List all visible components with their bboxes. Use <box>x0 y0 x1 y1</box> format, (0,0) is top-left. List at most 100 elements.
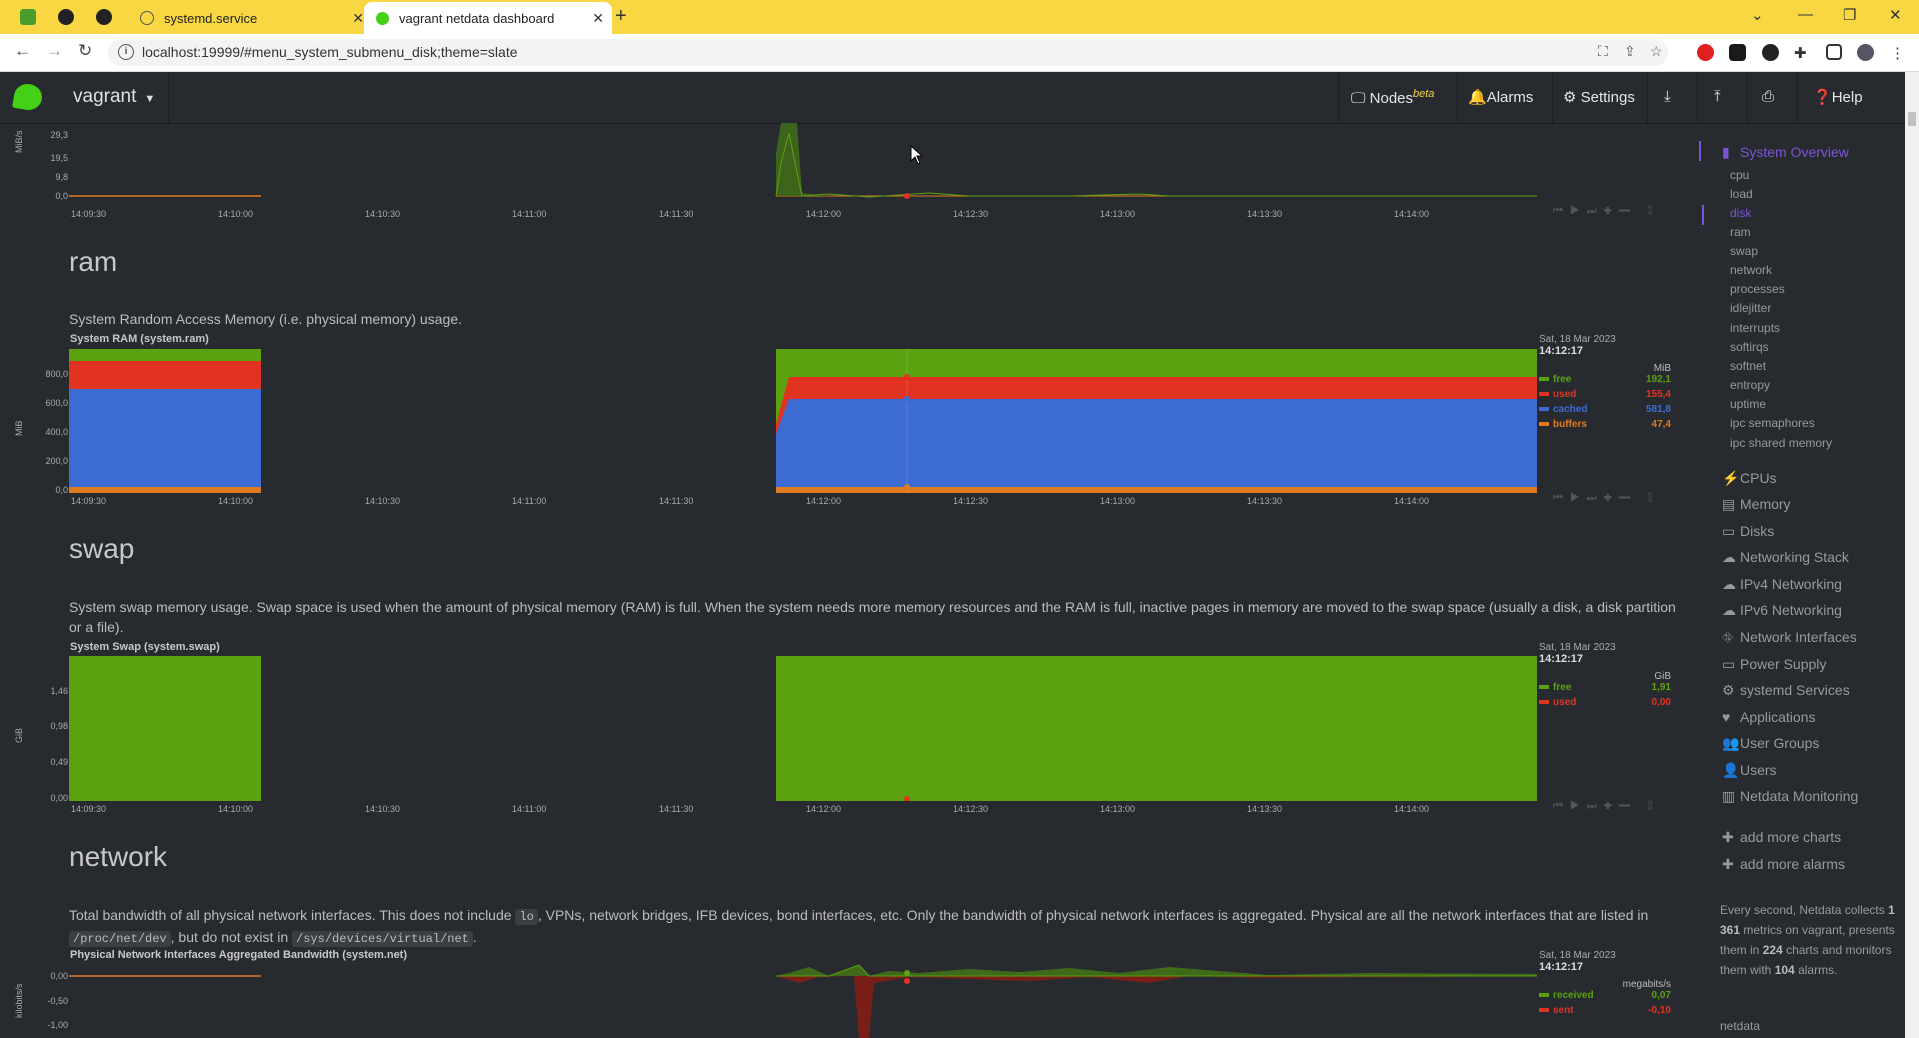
sidebar-sub-ipc-semaphores[interactable]: ipc semaphores <box>1730 416 1815 430</box>
sidebar-item-users[interactable]: 👤Users <box>1722 762 1777 779</box>
profile-avatar[interactable] <box>1857 44 1874 61</box>
add-more-alarms-link[interactable]: ✚ add more alarms <box>1722 856 1845 873</box>
tab-systemd-service[interactable]: systemd.service ✕ <box>128 2 372 34</box>
add-more-charts-link[interactable]: ✚ add more charts <box>1722 829 1841 846</box>
legend-row-used[interactable]: used 155,4 <box>1539 389 1671 404</box>
sidebar-sub-idlejitter[interactable]: idlejitter <box>1730 301 1771 315</box>
site-info-icon[interactable]: i <box>118 44 134 60</box>
sidebar-sub-load[interactable]: load <box>1730 187 1753 201</box>
sidebar-item-disks[interactable]: ▭ Disks <box>1722 523 1774 540</box>
print-button[interactable]: ⎙ <box>1762 88 1774 105</box>
alarms-button[interactable]: 🔔Alarms <box>1468 88 1533 106</box>
sidebar-item-network-interfaces[interactable]: ⛗ Network Interfaces <box>1722 629 1857 646</box>
settings-button[interactable]: ⚙ Settings <box>1563 88 1635 106</box>
url-field[interactable]: i localhost:19999/#menu_system_submenu_d… <box>108 39 1668 66</box>
sidebar-item-systemd-services[interactable]: ⚙ systemd Services <box>1722 682 1850 699</box>
legend-row-sent[interactable]: sent -0,10 <box>1539 1005 1671 1020</box>
tab-netdata-dashboard[interactable]: vagrant netdata dashboard ✕ <box>364 2 612 34</box>
page-scrollbar[interactable] <box>1905 72 1919 1038</box>
reload-icon[interactable]: ↻ <box>78 41 92 61</box>
x-tick: 14:10:30 <box>365 209 401 219</box>
disk-chart-plot[interactable] <box>69 123 1537 203</box>
sidebar-sub-ram[interactable]: ram <box>1730 225 1751 239</box>
sidebar-sub-entropy[interactable]: entropy <box>1730 378 1770 392</box>
legend-row-free[interactable]: free 1,91 <box>1539 682 1671 697</box>
x-tick: 14:10:00 <box>218 496 254 506</box>
sidebar-sub-swap[interactable]: swap <box>1730 244 1758 258</box>
legend-row-cached[interactable]: cached 581,8 <box>1539 404 1671 419</box>
sidebar-item-power-supply[interactable]: ▭ Power Supply <box>1722 656 1826 673</box>
chart-toolbar[interactable]: ⏮▶⏭✚━ ⇕ <box>1553 205 1660 218</box>
new-tab-icon[interactable]: + <box>615 5 627 28</box>
section-description-ram: System Random Access Memory (i.e. physic… <box>69 311 462 327</box>
x-tick: 14:12:00 <box>806 496 842 506</box>
sidebar-item-networking-stack[interactable]: ☁ Networking Stack <box>1722 549 1849 566</box>
legend-row-free[interactable]: free 192,1 <box>1539 374 1671 389</box>
close-tab-icon[interactable]: ✕ <box>592 10 604 27</box>
adblock-extension-icon[interactable] <box>1697 44 1714 61</box>
side-panel-icon[interactable] <box>1826 44 1842 60</box>
sidebar-sub-disk[interactable]: disk <box>1730 206 1751 220</box>
sidebar-item-ipv6-networking[interactable]: ☁ IPv6 Networking <box>1722 602 1842 619</box>
sidebar-sub-interrupts[interactable]: interrupts <box>1730 321 1780 335</box>
chart-toolbar[interactable]: ⏮▶⏭✚━ ⇕ <box>1553 492 1660 505</box>
sidebar-sub-softnet[interactable]: softnet <box>1730 359 1766 373</box>
disk-icon: ▭ <box>1722 523 1736 539</box>
sidebar-sub-uptime[interactable]: uptime <box>1730 397 1766 411</box>
legend-row-used[interactable]: used 0,00 <box>1539 697 1671 712</box>
scrollbar-thumb[interactable] <box>1908 112 1916 126</box>
minimize-icon[interactable]: — <box>1798 6 1813 23</box>
browser-menu-icon[interactable]: ⋮ <box>1890 44 1907 62</box>
sidebar-item-system-overview[interactable]: ▮ System Overview <box>1722 144 1849 161</box>
nodes-button[interactable]: 🖵 Nodesbeta <box>1351 88 1434 107</box>
translate-icon[interactable]: ⛶ <box>1598 43 1608 60</box>
pinned-tab-github-icon-2[interactable] <box>96 9 112 25</box>
link-label: add more alarms <box>1740 856 1846 872</box>
bookmark-star-icon[interactable]: ☆ <box>1650 43 1663 60</box>
sidebar-sub-processes[interactable]: processes <box>1730 282 1785 296</box>
sidebar-item-cpus[interactable]: ⚡CPUs <box>1722 470 1777 487</box>
upload-button[interactable]: ⤒ <box>1714 88 1721 105</box>
netdata-logo[interactable] <box>11 81 45 113</box>
hostname-dropdown[interactable]: vagrant ▼ <box>73 86 155 108</box>
puzzle-extensions-icon[interactable]: ✚ <box>1794 44 1811 62</box>
close-tab-icon[interactable]: ✕ <box>352 10 364 27</box>
legend-row-received[interactable]: received 0,07 <box>1539 990 1671 1005</box>
pinned-tab-hd-icon[interactable] <box>20 9 36 25</box>
sidebar-item-user-groups[interactable]: 👥User Groups <box>1722 735 1819 752</box>
forward-icon[interactable]: → <box>46 41 63 61</box>
sidebar-sub-softirqs[interactable]: softirqs <box>1730 340 1769 354</box>
ram-legend: Sat, 18 Mar 2023 14:12:17 MiB free 192,1 … <box>1539 334 1671 434</box>
sidebar-item-memory[interactable]: ▤ Memory <box>1722 496 1791 513</box>
upload-icon: ⤒ <box>1714 88 1721 105</box>
help-button[interactable]: ❓Help <box>1813 88 1863 106</box>
sidebar-sub-cpu[interactable]: cpu <box>1730 168 1749 182</box>
network-chart-plot[interactable] <box>69 963 1537 1038</box>
sidebar-sub-network[interactable]: network <box>1730 263 1772 277</box>
ram-chart-plot[interactable] <box>69 349 1537 493</box>
tab-search-icon[interactable]: ⌄ <box>1751 6 1764 24</box>
sidebar-item-applications[interactable]: ♥ Applications <box>1722 709 1816 725</box>
restore-icon[interactable]: ❐ <box>1843 6 1856 24</box>
legend-time: 14:12:17 <box>1539 961 1584 973</box>
close-window-icon[interactable]: ✕ <box>1889 6 1902 24</box>
sidebar-item-netdata-monitoring[interactable]: ▥ Netdata Monitoring <box>1722 788 1858 805</box>
sidebar-footer[interactable]: netdata <box>1720 1016 1900 1036</box>
share-icon[interactable]: ⇪ <box>1624 43 1636 60</box>
sidebar-item-ipv4-networking[interactable]: ☁ IPv4 Networking <box>1722 576 1842 593</box>
legend-swatch <box>1539 993 1549 998</box>
y-tick: 29,3 <box>50 130 68 140</box>
pinned-tab-github-icon[interactable] <box>58 9 74 25</box>
legend-time: 14:12:17 <box>1539 653 1584 665</box>
extension-icon[interactable] <box>1729 44 1746 61</box>
code-snippet: lo <box>515 909 538 925</box>
download-button[interactable]: ⤓ <box>1664 88 1671 105</box>
bookmark-icon: ▮ <box>1722 144 1730 160</box>
swap-chart-plot[interactable] <box>69 656 1537 801</box>
legend-row-buffers[interactable]: buffers 47,4 <box>1539 419 1671 434</box>
extension-k-icon[interactable] <box>1762 44 1779 61</box>
network-y-unit: kilobits/s <box>14 983 24 1018</box>
back-icon[interactable]: ← <box>14 41 31 61</box>
sidebar-sub-ipc-shared-memory[interactable]: ipc shared memory <box>1730 436 1832 450</box>
chart-toolbar[interactable]: ⏮▶⏭✚━ ⇕ <box>1553 800 1660 813</box>
